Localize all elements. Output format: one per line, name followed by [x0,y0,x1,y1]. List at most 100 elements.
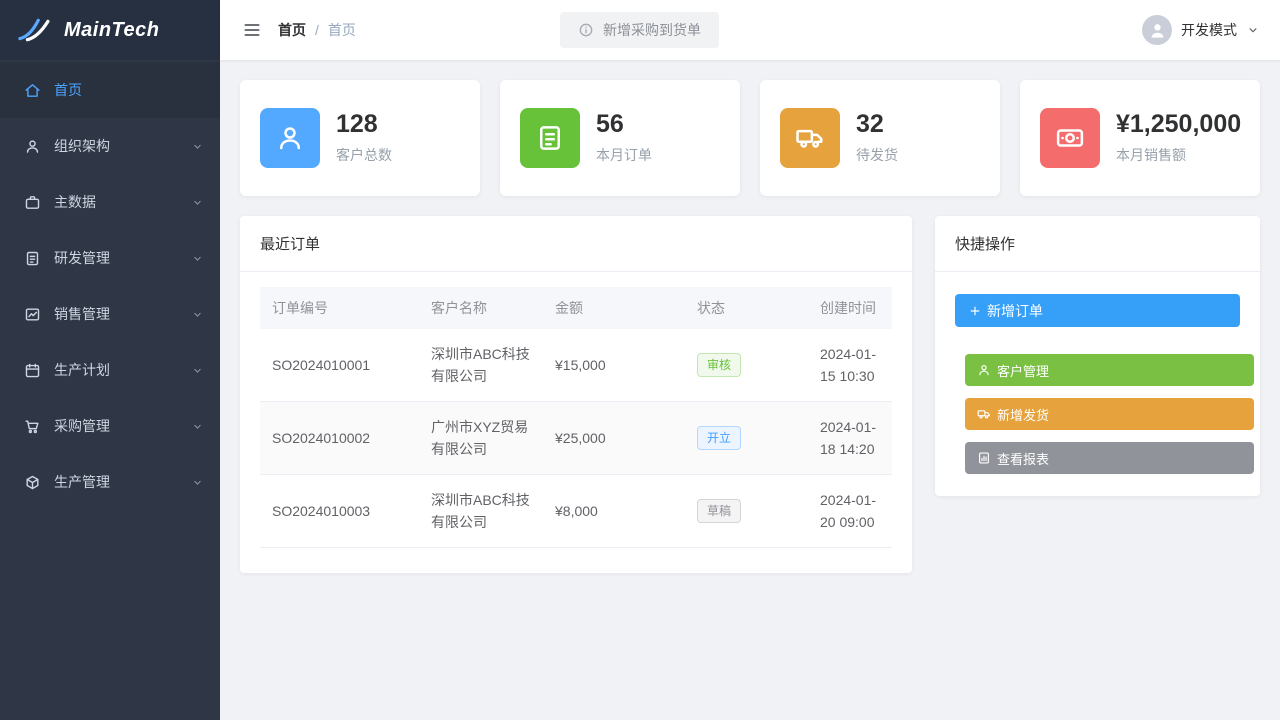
sidebar-item-label: 研发管理 [54,248,110,268]
sidebar-item-label: 销售管理 [54,304,110,324]
hamburger-icon[interactable] [240,18,264,42]
user-icon [977,363,991,377]
customer-cell: 深圳市ABC科技有限公司 [419,475,543,548]
chevron-down-icon [191,140,204,153]
user-icon [24,138,41,155]
quick-actions-panel: 快捷操作 新增订单 客户管理 新增发货 [935,216,1260,496]
sidebar-item-rd-management[interactable]: 研发管理 [0,230,220,286]
stat-card-monthly-orders: 56 本月订单 [500,80,740,196]
breadcrumb-root[interactable]: 首页 [278,20,306,40]
status-cell: 草稿 [685,475,808,548]
stat-label: 待发货 [856,145,898,165]
sidebar-item-production-management[interactable]: 生产管理 [0,454,220,510]
app-root: MainTech 首页 组织架构 主数据 研发管理 [0,0,1280,720]
plus-icon [968,304,982,318]
stat-meta: 56 本月订单 [596,111,652,166]
status-badge: 草稿 [697,499,741,523]
orders-table-wrapper: 订单编号 客户名称 金额 状态 创建时间 SO2024010001 [240,272,912,573]
stat-card-customers: 128 客户总数 [240,80,480,196]
report-icon [977,451,991,465]
box-icon [24,474,41,491]
breadcrumb-current: 首页 [328,20,356,40]
main-content: 128 客户总数 56 本月订单 32 待发货 [220,60,1280,720]
user-menu[interactable]: 开发模式 [1142,15,1260,45]
order-id-cell: SO2024010002 [260,402,419,475]
customer-cell: 深圳市ABC科技有限公司 [419,329,543,402]
cart-icon [24,418,41,435]
quick-actions-body: 新增订单 客户管理 新增发货 查看报表 [935,272,1260,496]
breadcrumb-separator: / [315,22,319,38]
order-id-cell: SO2024010001 [260,329,419,402]
document-icon [24,250,41,267]
sidebar-item-purchase-management[interactable]: 采购管理 [0,398,220,454]
sidebar: MainTech 首页 组织架构 主数据 研发管理 [0,0,220,720]
status-badge: 审核 [697,353,741,377]
sidebar-item-sales-management[interactable]: 销售管理 [0,286,220,342]
stats-row: 128 客户总数 56 本月订单 32 待发货 [240,80,1260,196]
chevron-down-icon [191,308,204,321]
briefcase-icon [24,194,41,211]
stat-card-pending-shipments: 32 待发货 [760,80,1000,196]
status-cell: 开立 [685,402,808,475]
chevron-down-icon [191,420,204,433]
orders-table-header-row: 订单编号 客户名称 金额 状态 创建时间 [260,287,892,329]
customer-management-label: 客户管理 [997,361,1049,380]
chevron-down-icon [191,252,204,265]
column-header-customer: 客户名称 [419,287,543,329]
stat-label: 客户总数 [336,145,392,165]
sidebar-item-label: 主数据 [54,192,96,212]
stat-meta: 128 客户总数 [336,111,392,166]
new-order-button[interactable]: 新增订单 [955,294,1240,327]
recent-orders-title: 最近订单 [240,216,912,272]
view-reports-label: 查看报表 [997,449,1049,468]
calendar-icon [24,362,41,379]
chevron-down-icon [191,476,204,489]
new-purchase-arrival-button[interactable]: 新增采购到货单 [560,12,719,48]
sidebar-item-home[interactable]: 首页 [0,62,220,118]
info-icon [578,22,594,38]
panels-row: 最近订单 订单编号 客户名称 金额 状态 创建时间 [240,216,1260,573]
document-icon [520,108,580,168]
quick-actions-title: 快捷操作 [935,216,1260,272]
breadcrumb: 首页 / 首页 [278,20,356,40]
view-reports-button[interactable]: 查看报表 [965,442,1254,474]
column-header-amount: 金额 [543,287,685,329]
sidebar-nav: 首页 组织架构 主数据 研发管理 销售管理 [0,60,220,510]
table-row: SO2024010003 深圳市ABC科技有限公司 ¥8,000 草稿 2024… [260,475,892,548]
sidebar-item-label: 组织架构 [54,136,110,156]
stat-value: 32 [856,111,898,139]
created-cell: 2024-01-20 09:00 [808,475,892,548]
stat-label: 本月销售额 [1116,145,1241,165]
money-icon [1040,108,1100,168]
stat-card-monthly-sales: ¥1,250,000 本月销售额 [1020,80,1260,196]
table-row: SO2024010002 广州市XYZ贸易有限公司 ¥25,000 开立 202… [260,402,892,475]
top-header: 首页 / 首页 新增采购到货单 开发模式 [220,0,1280,60]
amount-cell: ¥15,000 [543,329,685,402]
sidebar-item-organization[interactable]: 组织架构 [0,118,220,174]
chevron-down-icon [191,364,204,377]
sidebar-item-master-data[interactable]: 主数据 [0,174,220,230]
stat-value: 56 [596,111,652,139]
stat-meta: 32 待发货 [856,111,898,166]
created-cell: 2024-01-15 10:30 [808,329,892,402]
stat-label: 本月订单 [596,145,652,165]
column-header-order-id: 订单编号 [260,287,419,329]
swoosh-logo-icon [14,16,56,44]
new-order-label: 新增订单 [987,301,1043,321]
main-column: 首页 / 首页 新增采购到货单 开发模式 128 [220,0,1280,720]
stat-value: 128 [336,111,392,139]
sidebar-item-label: 采购管理 [54,416,110,436]
amount-cell: ¥8,000 [543,475,685,548]
order-id-cell: SO2024010003 [260,475,419,548]
sidebar-item-label: 生产管理 [54,472,110,492]
new-shipment-button[interactable]: 新增发货 [965,398,1254,430]
avatar-person-icon [1142,15,1172,45]
brand-name: MainTech [64,19,160,42]
status-badge: 开立 [697,426,741,450]
customer-cell: 广州市XYZ贸易有限公司 [419,402,543,475]
sidebar-item-label: 生产计划 [54,360,110,380]
sidebar-item-production-plan[interactable]: 生产计划 [0,342,220,398]
chevron-down-icon [191,196,204,209]
customer-management-button[interactable]: 客户管理 [965,354,1254,386]
chevron-down-icon [1246,23,1260,37]
